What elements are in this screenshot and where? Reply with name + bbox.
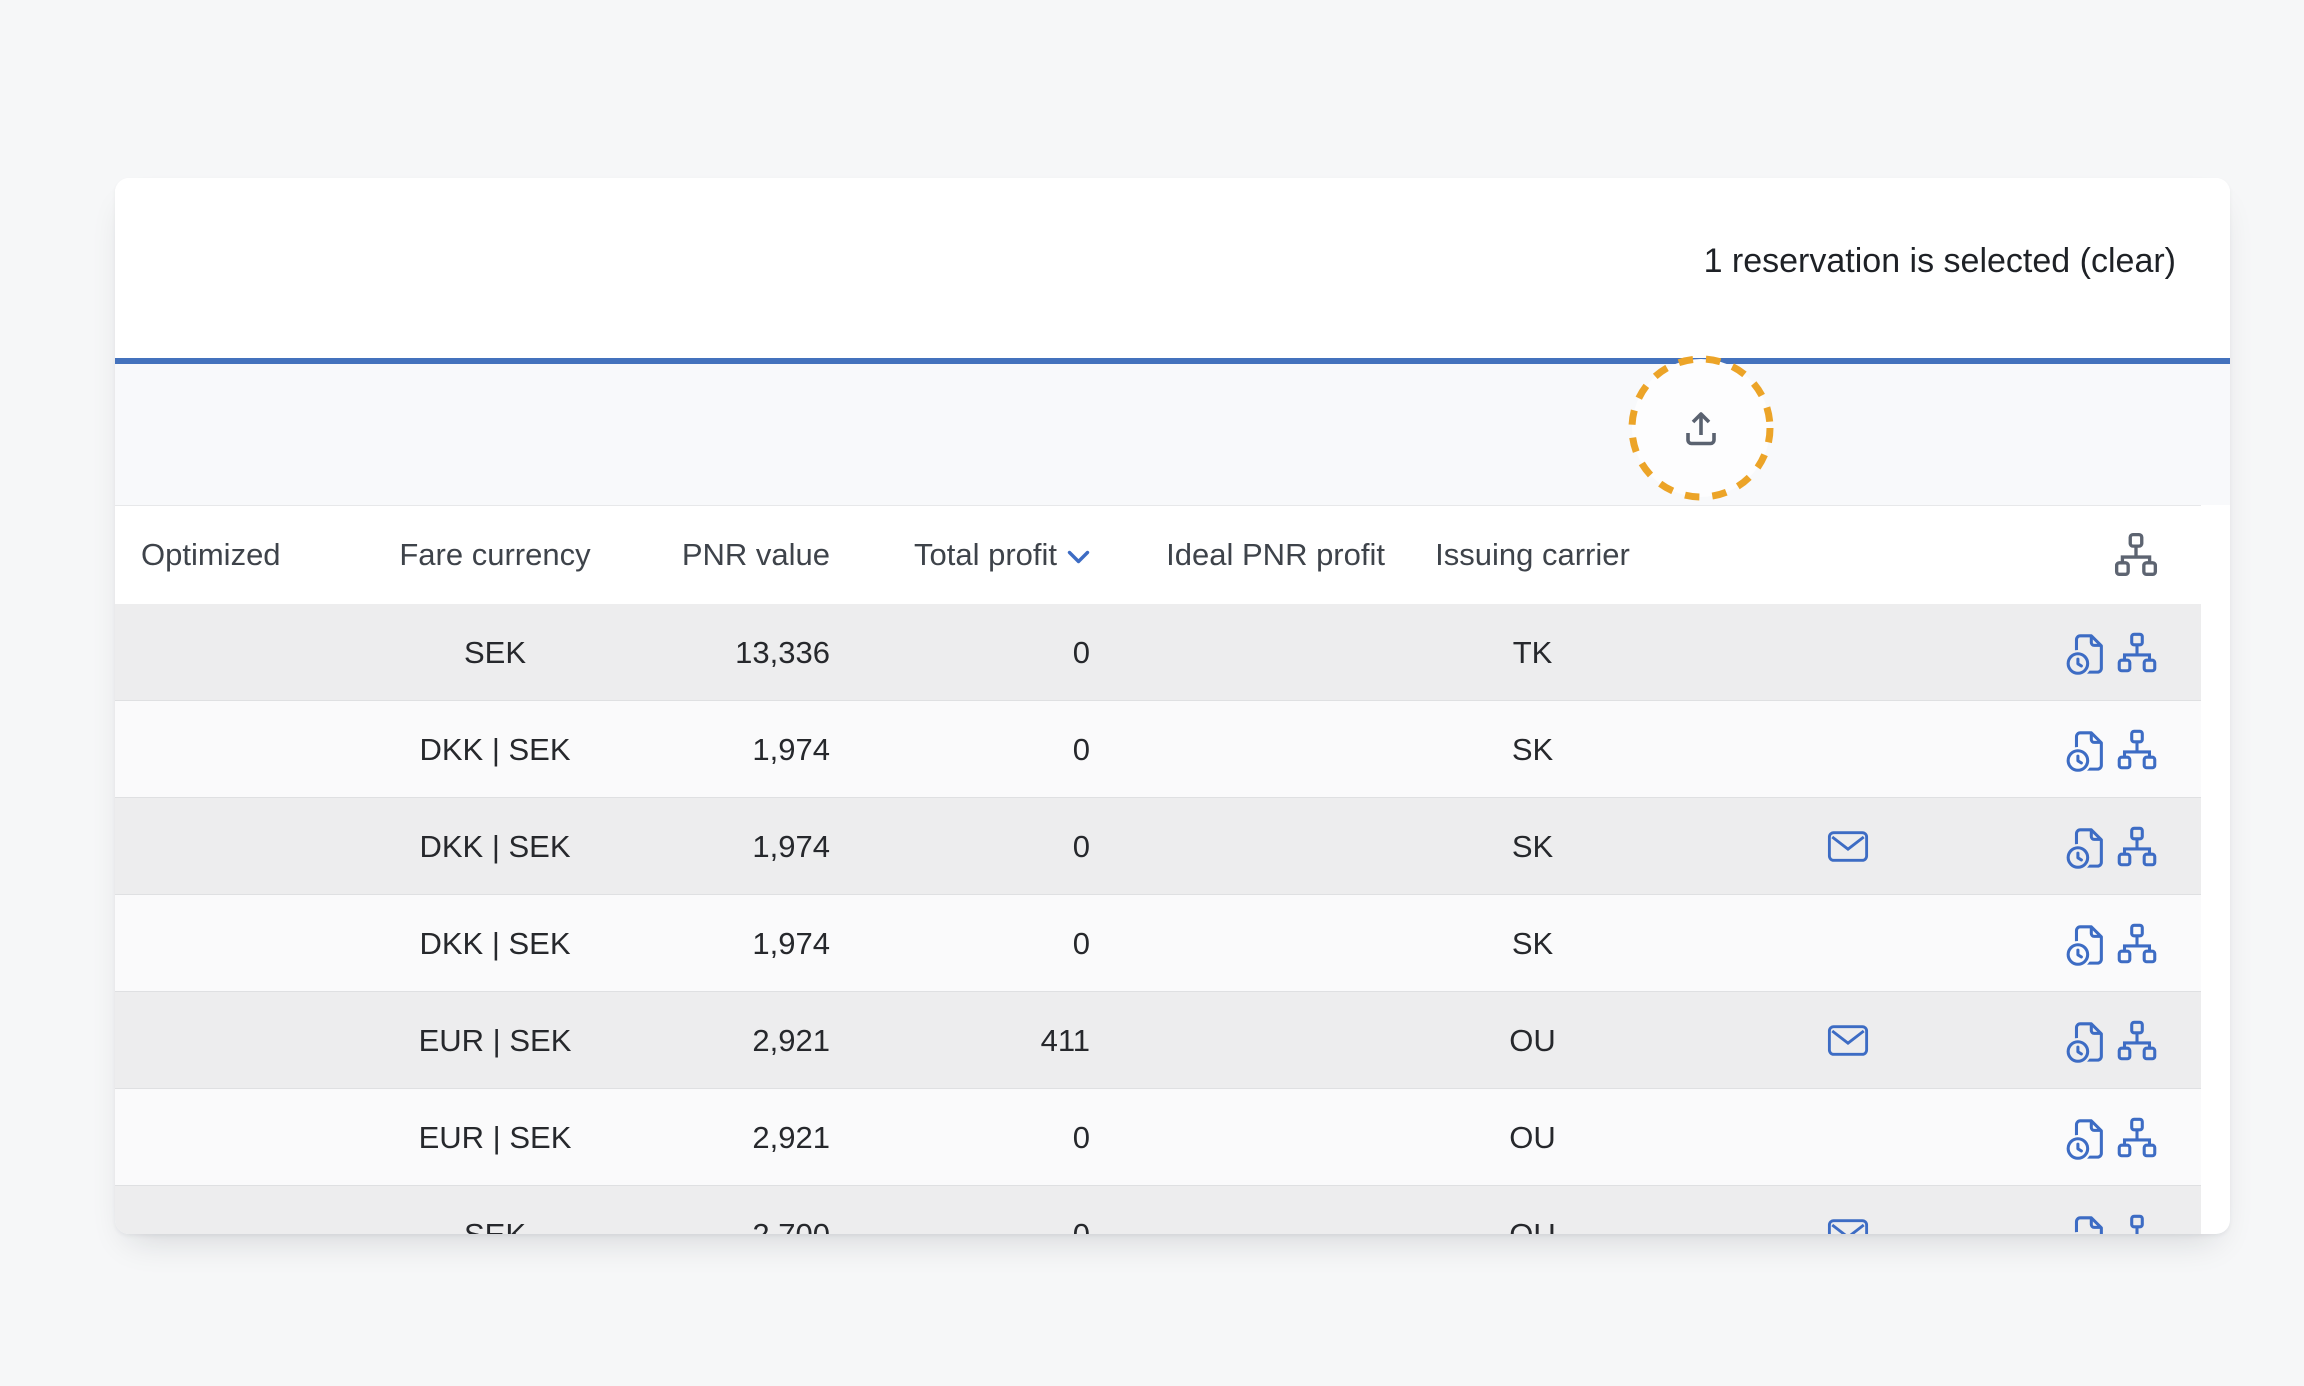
table-toolbar bbox=[115, 364, 2230, 505]
selection-status-text: 1 reservation is selected bbox=[1704, 242, 2071, 280]
cell-pnr-value: 1,974 bbox=[675, 732, 830, 768]
sort-desc-icon bbox=[1067, 550, 1090, 565]
upload-icon bbox=[1677, 405, 1725, 453]
table-row[interactable]: DKK | SEK 1,974 0 SK bbox=[115, 798, 2201, 895]
cell-total-profit: 0 bbox=[830, 732, 1090, 768]
cell-total-profit: 0 bbox=[830, 1120, 1090, 1156]
file-history-icon[interactable] bbox=[2065, 920, 2109, 968]
cell-total-profit: 0 bbox=[830, 926, 1090, 962]
cell-fare-currency: DKK | SEK bbox=[315, 926, 675, 962]
cell-issuing-carrier: SK bbox=[1385, 732, 1680, 768]
cell-issuing-carrier: SK bbox=[1385, 829, 1680, 865]
cell-fare-currency: DKK | SEK bbox=[315, 829, 675, 865]
cell-pnr-value: 2,921 bbox=[675, 1023, 830, 1059]
upload-button[interactable] bbox=[1677, 405, 1725, 453]
cell-issuing-carrier: OU bbox=[1385, 1023, 1680, 1059]
column-header-ideal-pnr-profit[interactable]: Ideal PNR profit bbox=[1090, 537, 1385, 573]
hierarchy-icon[interactable] bbox=[2115, 629, 2159, 677]
hierarchy-icon[interactable] bbox=[2115, 726, 2159, 774]
cell-total-profit: 0 bbox=[830, 635, 1090, 671]
column-header-fare-currency[interactable]: Fare currency bbox=[315, 537, 675, 573]
hierarchy-icon[interactable] bbox=[2115, 1211, 2159, 1235]
mail-icon[interactable] bbox=[1827, 830, 1869, 863]
selection-header: 1 reservation is selected (clear) bbox=[115, 178, 2230, 358]
cell-issuing-carrier: OU bbox=[1385, 1217, 1680, 1235]
file-history-icon[interactable] bbox=[2065, 629, 2109, 677]
cell-issuing-carrier: OU bbox=[1385, 1120, 1680, 1156]
file-history-icon[interactable] bbox=[2065, 823, 2109, 871]
mail-icon[interactable] bbox=[1827, 1218, 1869, 1234]
selection-status: 1 reservation is selected (clear) bbox=[1704, 240, 2176, 282]
file-history-icon[interactable] bbox=[2065, 726, 2109, 774]
hierarchy-icon[interactable] bbox=[2115, 823, 2159, 871]
cell-total-profit: 0 bbox=[830, 829, 1090, 865]
cell-total-profit: 0 bbox=[830, 1217, 1090, 1235]
cell-fare-currency: EUR | SEK bbox=[315, 1023, 675, 1059]
cell-fare-currency: DKK | SEK bbox=[315, 732, 675, 768]
file-history-icon[interactable] bbox=[2065, 1114, 2109, 1162]
cell-issuing-carrier: SK bbox=[1385, 926, 1680, 962]
column-header-issuing-carrier[interactable]: Issuing carrier bbox=[1385, 537, 1680, 573]
cell-fare-currency: EUR | SEK bbox=[315, 1120, 675, 1156]
table-row[interactable]: SEK 2,700 0 OU bbox=[115, 1186, 2201, 1234]
table-row[interactable]: DKK | SEK 1,974 0 SK bbox=[115, 895, 2201, 992]
cell-total-profit: 411 bbox=[830, 1023, 1090, 1059]
cell-fare-currency: SEK bbox=[315, 1217, 675, 1235]
mail-icon[interactable] bbox=[1827, 1024, 1869, 1057]
table-body: SEK 13,336 0 TK bbox=[115, 604, 2201, 1234]
column-hierarchy-icon[interactable] bbox=[2113, 532, 2159, 578]
table-row[interactable]: EUR | SEK 2,921 0 OU bbox=[115, 1089, 2201, 1186]
cell-pnr-value: 13,336 bbox=[675, 635, 830, 671]
cell-issuing-carrier: TK bbox=[1385, 635, 1680, 671]
file-history-icon[interactable] bbox=[2065, 1211, 2109, 1235]
page-background: { "selection_bar": { "text": "1 reservat… bbox=[0, 0, 2304, 1386]
reservations-table-card: 1 reservation is selected (clear) bbox=[115, 178, 2230, 1234]
table-row[interactable]: DKK | SEK 1,974 0 SK bbox=[115, 701, 2201, 798]
table-row[interactable]: EUR | SEK 2,921 411 OU bbox=[115, 992, 2201, 1089]
column-header-optimized[interactable]: Optimized bbox=[115, 537, 315, 573]
hierarchy-icon[interactable] bbox=[2115, 1017, 2159, 1065]
column-header-total-profit[interactable]: Total profit bbox=[830, 537, 1090, 573]
cell-pnr-value: 2,921 bbox=[675, 1120, 830, 1156]
file-history-icon[interactable] bbox=[2065, 1017, 2109, 1065]
cell-pnr-value: 1,974 bbox=[675, 926, 830, 962]
cell-pnr-value: 2,700 bbox=[675, 1217, 830, 1235]
cell-pnr-value: 1,974 bbox=[675, 829, 830, 865]
table-row[interactable]: SEK 13,336 0 TK bbox=[115, 604, 2201, 701]
clear-selection-link[interactable]: (clear) bbox=[2080, 242, 2176, 280]
table-header: Optimized Fare currency PNR value Total … bbox=[115, 505, 2201, 604]
hierarchy-icon[interactable] bbox=[2115, 1114, 2159, 1162]
cell-fare-currency: SEK bbox=[315, 635, 675, 671]
hierarchy-icon[interactable] bbox=[2115, 920, 2159, 968]
column-header-pnr-value[interactable]: PNR value bbox=[675, 537, 830, 573]
